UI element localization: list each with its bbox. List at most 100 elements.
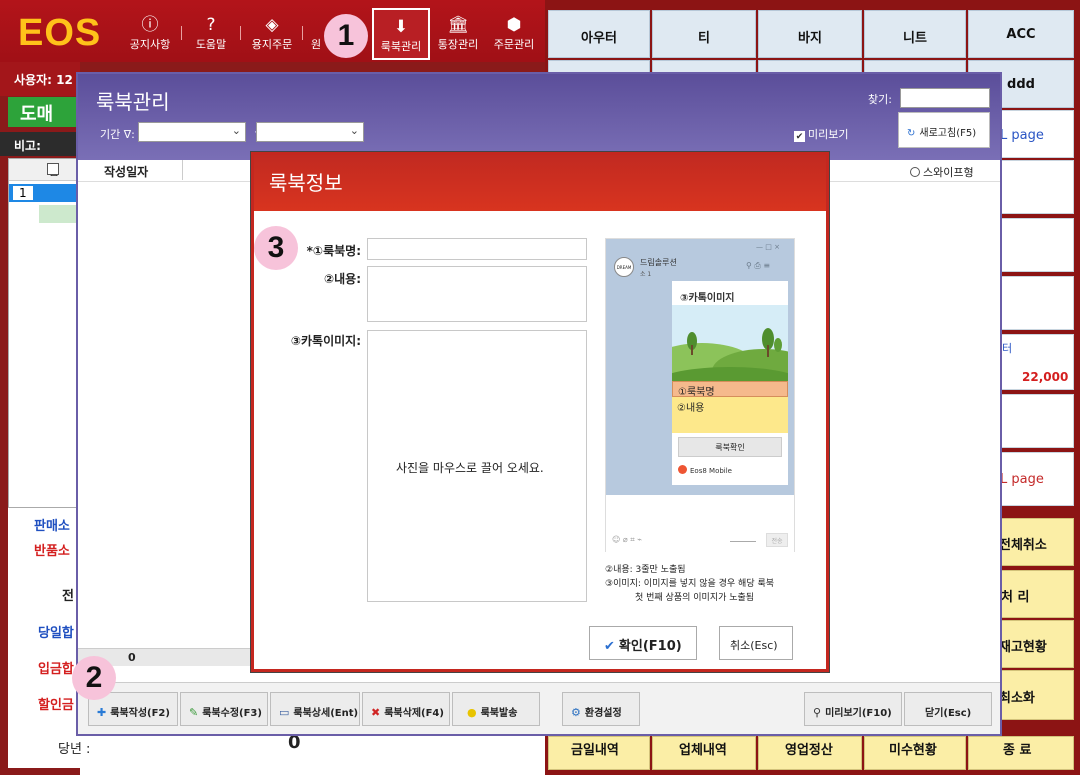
landscape-image [672,305,788,381]
preview-checkbox[interactable]: ✔ 미리보기 [794,126,848,142]
window-controls-icon: — □ × [756,243,780,251]
category-acc[interactable]: ACC [968,10,1074,58]
lookbook-name-input[interactable] [367,238,587,260]
window-icon: ▭ [279,706,290,719]
refresh-button[interactable]: ↻ 새로고침(F5) [898,112,990,148]
lookbook-info-dialog: 룩북정보 *①룩북명: ②내용: ③카톡이미지: 사진을 마우스로 끌어 오세요… [250,151,830,673]
content-input[interactable] [367,266,587,322]
toolbar-divider [302,26,303,40]
toolbar-partial-button[interactable]: 원 [306,14,326,58]
magnifier-icon: ⚲ [813,706,822,719]
period-start-select[interactable]: ⌄ [138,122,246,142]
check-icon: ✔ [794,131,805,142]
delete-icon: ✖ [371,706,381,719]
category-knit[interactable]: 니트 [864,10,966,58]
kakao-image-label: ③카톡이미지: [290,334,361,348]
category-pants[interactable]: 바지 [758,10,862,58]
create-lookbook-label: 룩북작성(F2) [110,708,170,719]
radio-icon [910,167,920,177]
period-end-select[interactable]: ⌄ [256,122,364,142]
toolbar-notice-label: 공지사항 [129,38,171,51]
confirm-button-label: 확인(F10) [618,639,682,654]
step-marker-3: 3 [254,226,298,270]
box-icon: ⬢ [506,15,522,35]
swipe-radio-label: 스와이프형 [923,166,974,179]
toolbar-paper-order-label: 용지주문 [251,38,293,51]
chat-tools-icon: ⚲ ⎙ ≡ [746,261,771,270]
note-content: ②내용: 3줄만 노출됨 [605,565,686,575]
cancel-button[interactable]: 취소(Esc) [719,626,793,660]
delete-lookbook-button[interactable]: ✖ 룩북삭제(F4) [362,692,450,726]
chevron-down-icon: ⌄ [349,124,359,137]
confirm-button[interactable]: ✔ 확인(F10) [589,626,697,660]
user-label: 사용자: 12 [0,62,80,96]
discount-label: 할인금 [38,698,74,713]
category-outer[interactable]: 아우터 [548,10,650,58]
drop-hint: 사진을 마우스로 끌어 오세요. [396,461,544,475]
list-row[interactable] [39,205,81,223]
exit-button[interactable]: 종 료 [968,736,1074,770]
swipe-radio[interactable]: 스와이프형 [910,164,974,180]
settings-button[interactable]: ⚙ 환경설정 [562,692,640,726]
preview-card: ③카톡이미지 ①룩북명 ②내용 룩북확인 Eos8 Mobile [672,281,788,485]
preview-image-caption: ③카톡이미지 [680,293,735,304]
sender-avatar: DREAM [614,257,634,277]
toolbar-bank-button[interactable]: 🏛 통장관리 [430,14,486,58]
delete-lookbook-label: 룩북삭제(F4) [384,708,444,719]
toolbar-lookbook-button[interactable]: ⬇ 룩북관리 [372,8,430,60]
bank-icon: 🏛 [447,15,469,35]
step-marker-2: 2 [72,656,116,700]
vendor-history-button[interactable]: 업체내역 [652,736,756,770]
mode-button[interactable]: 도매 [8,97,78,127]
search-input[interactable] [900,88,990,108]
check-icon: ✔ [604,639,615,654]
search-label: 찾기: [868,93,892,106]
send-lookbook-button[interactable]: ● 룩북발송 [452,692,540,726]
note-image: ③이미지: 이미지를 넣지 않을 경우 해당 룩북 [605,579,775,589]
slider-track [730,541,756,542]
toolbar-order-button[interactable]: ⬢ 주문관리 [486,14,542,58]
category-tee[interactable]: 티 [652,10,756,58]
toolbar-notice-button[interactable]: ⓘ 공지사항 [122,14,178,58]
column-date: 작성일자 [104,165,149,179]
day-total-label: 당일합 [38,626,74,641]
window-header [78,74,1000,160]
refresh-icon: ↻ [907,128,916,139]
edit-lookbook-label: 룩북수정(F3) [202,708,262,719]
returns-label: 반품소 [34,544,70,559]
refresh-button-label: 새로고침(F5) [919,128,977,139]
toolbar-paper-order-button[interactable]: ◈ 용지주문 [244,14,300,58]
gear-icon: ⚙ [571,706,581,719]
preview-checkbox-label: 미리보기 [808,128,849,141]
lookbook-icon: ⬇ [393,17,409,37]
preview-button[interactable]: ⚲ 미리보기(F10) [804,692,902,726]
toolbar-lookbook-label: 룩북관리 [380,40,422,53]
close-window-button[interactable]: 닫기(Esc) [904,692,992,726]
talk-icon: ● [467,706,477,719]
list-row-number: 1 [13,186,33,200]
preview-label: 미리보기(F10) [825,708,892,719]
lookbook-detail-button[interactable]: ▭ 룩북상세(Ent) [270,692,360,726]
toolbar-divider [240,26,241,40]
content-label: ②내용: [323,272,361,286]
select-all-checkbox[interactable] [47,163,59,175]
lookbook-detail-label: 룩북상세(Ent) [293,708,359,719]
preview-input-area: ☺ ⌀ ⌗ ⌁ 전송 [606,495,794,553]
preview-brand: Eos8 Mobile [678,465,732,475]
preview-content-bar: ②내용 [672,397,788,433]
pencil-icon: ✎ [189,706,199,719]
receivables-button[interactable]: 미수현황 [864,736,966,770]
edit-lookbook-button[interactable]: ✎ 룩북수정(F3) [180,692,268,726]
emoji-icon: ☺ ⌀ ⌗ ⌁ [612,535,643,544]
sales-settlement-button[interactable]: 영업정산 [758,736,862,770]
close-window-label: 닫기(Esc) [925,708,972,719]
product-name: 터 [1002,342,1013,355]
today-history-button[interactable]: 금일내역 [548,736,650,770]
preview-confirm-button: 룩북확인 [678,437,782,457]
send-button: 전송 [766,533,788,547]
image-drop-zone[interactable]: 사진을 마우스로 끌어 오세요. [367,330,587,602]
sender-sub: 소 1 [640,271,652,278]
toolbar-help-button[interactable]: ? 도움말 [183,14,239,58]
settings-label: 환경설정 [584,708,622,719]
dialog-title: 룩북정보 [269,171,343,195]
